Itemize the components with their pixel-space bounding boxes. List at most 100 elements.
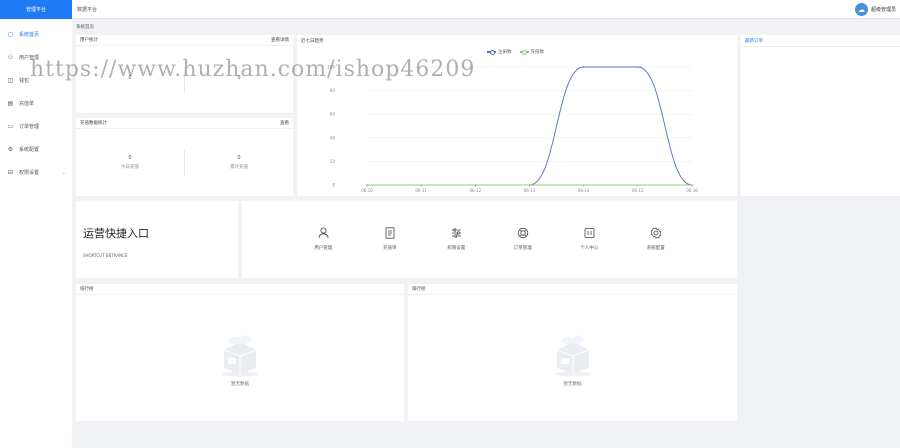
series-point-1	[637, 184, 639, 186]
quick-entry-subtitle: SHORTCUT ENTRANCE	[83, 253, 128, 258]
quick-entry-card: 运营快捷入口 SHORTCUT ENTRANCE	[76, 201, 238, 278]
shortcut-list: 用户管理 充值单 权限设置 订单管理 个人中心 系统配置	[242, 227, 737, 251]
shortcut-label: 权限设置	[447, 246, 466, 251]
app-logo[interactable]: 管理平台	[0, 0, 72, 19]
empty-state: 暂无数据	[76, 295, 404, 421]
card-link[interactable]: 查看	[280, 120, 289, 126]
sidebar-item-label: 系统首页	[19, 32, 40, 38]
settings-icon	[650, 227, 662, 242]
sliders-icon	[451, 227, 462, 242]
y-tick-label: 40	[330, 135, 336, 140]
breadcrumb: 数据平台	[77, 7, 98, 13]
stat-value: 0	[237, 75, 241, 81]
empty-text: 暂无数据	[231, 381, 249, 387]
shortcut-label: 充值单	[383, 246, 397, 251]
chevron-down-icon: ⌄	[61, 169, 66, 176]
card-title: 排行榜	[80, 287, 94, 292]
sidebar-item-label: 用户管理	[19, 55, 40, 61]
divider	[741, 46, 900, 47]
x-tick-label: 06-12	[470, 188, 482, 193]
stat-value: 0	[237, 155, 241, 161]
shortcuts-card: 用户管理 充值单 权限设置 订单管理 个人中心 系统配置	[242, 201, 737, 278]
lock-icon: ⊟	[7, 169, 14, 176]
sidebar-item-permissions[interactable]: ⊟ 权限设置 ⌄	[0, 161, 72, 184]
sidebar: 管理平台 ▢ 系统首页 ⚇ 用户管理 ◫ 钱包 ▤ 充值单 ▭ 订单管理 ⚙ 系…	[0, 0, 72, 448]
series-point-1	[691, 184, 693, 186]
x-tick-label: 06-15	[632, 188, 644, 193]
series-point-1	[474, 184, 477, 186]
stat-label: 今日充值	[121, 165, 139, 170]
x-tick-label: 06-16	[686, 188, 698, 193]
shortcut-profile[interactable]: 个人中心	[569, 227, 609, 251]
y-tick-label: 100	[327, 65, 335, 70]
x-tick-label: 06-13	[524, 188, 536, 193]
wallet-icon: ◫	[7, 77, 14, 84]
stat-item: 0	[185, 65, 293, 95]
series-point-0	[637, 66, 639, 68]
sidebar-item-label: 权限设置	[19, 170, 40, 176]
sidebar-item-orders[interactable]: ▭ 订单管理	[0, 115, 72, 138]
order-icon: ▭	[7, 123, 14, 130]
sidebar-item-label: 订单管理	[19, 124, 40, 130]
ranking-card-left: 排行榜 暂无数据	[76, 284, 404, 421]
sidebar-item-label: 系统配置	[19, 147, 40, 153]
series-point-1	[528, 184, 531, 186]
username: 超级管理员	[870, 7, 896, 13]
card-link[interactable]: 查看详情	[271, 37, 289, 43]
card-title: 排行榜	[412, 287, 426, 292]
shortcut-recharge[interactable]: 充值单	[370, 227, 410, 251]
recharge-stats-card: 充值数据统计 查看 0 今日充值 0 累计充值	[76, 118, 293, 196]
empty-text: 暂无数据	[563, 381, 582, 387]
x-tick-label: 06-10	[361, 188, 373, 193]
sidebar-item-users[interactable]: ⚇ 用户管理	[0, 46, 72, 69]
trend-chart-card: 近七日趋势 注册数 充值数 0 20 40 60 80 100 06-10 06-11 06-1…	[297, 35, 737, 196]
shortcut-label: 用户管理	[314, 246, 333, 251]
series-line-0	[366, 66, 693, 186]
shortcut-settings[interactable]: 系统配置	[636, 227, 676, 251]
stat-item: 0 今日充值	[76, 148, 184, 178]
y-tick-label: 20	[330, 159, 336, 164]
shortcut-user-management[interactable]: 用户管理	[303, 227, 343, 251]
line-chart: 0 20 40 60 80 100 06-10 06-11 06-12 06-13 06-14 06-…	[327, 65, 698, 194]
quick-entry-title: 运营快捷入口	[83, 227, 149, 240]
stat-item: 0 累计充值	[185, 148, 293, 178]
stat-label: 累计充值	[230, 165, 248, 170]
y-tick-label: 0	[332, 183, 335, 188]
stat-value: 0	[128, 155, 132, 161]
avatar[interactable]: ☁	[854, 3, 868, 16]
empty-box-icon	[554, 334, 591, 376]
x-tick-label: 06-14	[578, 188, 590, 193]
user-menu[interactable]: ☁ 超级管理员	[854, 3, 896, 16]
user-stats-card: 用户统计 查看详情 0 0	[76, 35, 293, 113]
ranking-card-right: 排行榜 暂无数据	[408, 284, 737, 421]
series-point-1	[420, 184, 422, 186]
shortcut-label: 个人中心	[580, 246, 599, 251]
lifebuoy-icon	[517, 227, 529, 242]
card-icon	[584, 227, 595, 242]
shortcut-label: 订单管理	[513, 246, 532, 251]
latest-orders-panel: 最新订单	[741, 35, 900, 196]
x-tick-label: 06-11	[415, 188, 427, 193]
sidebar-item-recharge[interactable]: ▤ 充值单	[0, 92, 72, 115]
home-icon: ▢	[7, 31, 14, 38]
logo-text: 管理平台	[25, 7, 46, 13]
tabs-bar: 系统首页	[72, 20, 900, 33]
user-icon: ⚇	[7, 54, 14, 61]
series-point-1	[582, 184, 585, 186]
shortcut-permissions[interactable]: 权限设置	[436, 227, 476, 251]
series-point-0	[582, 66, 585, 68]
sidebar-item-config[interactable]: ⚙ 系统配置	[0, 138, 72, 161]
sidebar-item-wallet[interactable]: ◫ 钱包	[0, 69, 72, 92]
document-icon	[385, 227, 395, 242]
series-point-1	[366, 184, 368, 186]
sidebar-item-label: 钱包	[19, 78, 30, 84]
sidebar-item-home[interactable]: ▢ 系统首页	[0, 23, 72, 46]
gear-icon: ⚙	[7, 146, 14, 153]
empty-box-icon	[222, 334, 258, 376]
shortcut-label: 系统配置	[646, 246, 665, 251]
y-tick-label: 80	[330, 88, 336, 93]
stat-item: 0	[76, 65, 184, 95]
shortcut-orders[interactable]: 订单管理	[503, 227, 543, 251]
user-icon	[318, 227, 329, 242]
tab-home[interactable]: 系统首页	[76, 24, 94, 30]
